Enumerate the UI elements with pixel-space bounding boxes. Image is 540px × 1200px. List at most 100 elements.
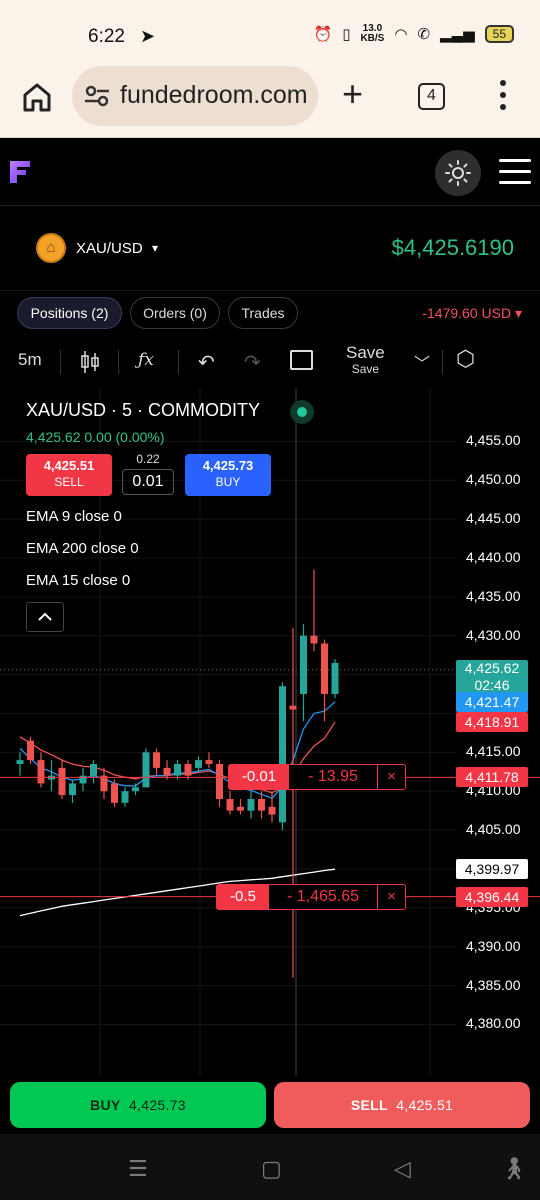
redo-icon[interactable]: ↷ [244, 350, 261, 375]
alarm-icon: ⏰ [313, 26, 333, 43]
candle-body [184, 763, 192, 776]
price-axis-label: 4,455.00 [466, 432, 521, 449]
hamburger-menu-icon[interactable] [499, 159, 531, 185]
undo-icon[interactable]: ↶ [198, 350, 215, 375]
save-sublabel: Save [351, 362, 380, 376]
candles-icon[interactable] [80, 350, 100, 374]
status-icons: ⏰ ▯ 13.0 KB/S ◠ ✆ ▂▃▅ 55 [313, 24, 514, 44]
price-tag: 4,418.91 [456, 711, 528, 732]
quick-sell-price: 4,425.51 [43, 458, 95, 473]
candle-body [90, 763, 97, 776]
tab-trades[interactable]: Trades [228, 297, 298, 329]
quick-sell-button[interactable]: 4,425.51 SELL [26, 454, 112, 496]
sell-button[interactable]: SELL 4,425.51 [274, 1082, 530, 1128]
gold-coin-icon: ⌂ [36, 233, 66, 263]
candle-body [247, 798, 255, 811]
tab-orders[interactable]: Orders (0) [130, 297, 220, 329]
candle-body [142, 752, 150, 788]
url-bar[interactable]: fundedroom.com [72, 66, 318, 126]
symbol-selector[interactable]: XAU/USD [76, 240, 143, 257]
candle-body [121, 791, 129, 803]
screenshot-icon[interactable] [290, 350, 313, 370]
toolbar-divider [118, 350, 119, 374]
home-nav-icon[interactable]: ▢ [261, 1156, 282, 1182]
price-axis-label: 4,440.00 [466, 548, 521, 565]
recents-icon[interactable]: ☰ [128, 1156, 148, 1182]
total-pnl[interactable]: -1479.60 USD ▾ [422, 305, 522, 322]
price-tag-value: 4,425.62 [464, 659, 520, 676]
back-icon[interactable]: ◁ [394, 1156, 411, 1182]
tab-switcher-button[interactable]: 4 [418, 83, 445, 110]
indicator-ema-15[interactable]: EMA 15 close 0 [26, 572, 130, 589]
chevron-down-icon[interactable]: ▾ [152, 241, 158, 255]
buy-price: 4,425.73 [128, 1097, 186, 1113]
candle-body [258, 798, 265, 811]
site-settings-icon[interactable] [84, 84, 110, 108]
battery-icon: 55 [484, 25, 514, 43]
candle-body [174, 763, 181, 776]
indicator-ema-9[interactable]: EMA 9 close 0 [26, 508, 122, 525]
candle-body [321, 643, 328, 695]
spread-value: 0.22 [136, 452, 160, 466]
save-button[interactable]: Save Save [346, 344, 385, 377]
pnl-value: -1479.60 USD [422, 305, 512, 321]
new-tab-icon[interactable]: + [342, 76, 363, 112]
price-tag-value: 4,399.97 [464, 861, 520, 878]
close-position-icon[interactable]: × [377, 884, 405, 909]
candle-body [163, 767, 171, 776]
candle-body [37, 760, 45, 784]
trade-bar: BUY 4,425.73 SELL 4,425.51 [0, 1076, 540, 1134]
price-chart[interactable]: XAU/USD · 5 · COMMODITY 4,425.62 0.00 (0… [0, 388, 540, 1076]
wifi-icon: ◠ [394, 26, 408, 43]
quick-buy-price: 4,425.73 [202, 458, 254, 473]
chart-legend-last: 4,425.62 0.00 (0.00%) [26, 429, 165, 445]
browser-toolbar: fundedroom.com + 4 [0, 66, 540, 138]
candle-body [153, 752, 160, 768]
buy-button[interactable]: BUY 4,425.73 [10, 1082, 266, 1128]
indicator-ema-200[interactable]: EMA 200 close 0 [26, 540, 139, 557]
price-axis-label: 4,435.00 [466, 587, 521, 604]
browser-menu-icon[interactable] [500, 80, 508, 110]
candle-body [300, 635, 307, 695]
price-axis-label: 4,405.00 [466, 821, 521, 838]
home-icon[interactable] [20, 80, 54, 114]
pnl-chevron-icon: ▾ [514, 305, 522, 321]
chart-toolbar: 5m ƒx ↶ ↷ Save Save ﹀ ⬡ [0, 338, 540, 386]
interval-selector[interactable]: 5m [18, 350, 42, 370]
price-tag: 4,396.44 [456, 886, 528, 907]
position-line-label[interactable]: -0.5 - 1,465.65 × [216, 883, 406, 910]
chart-legend-title: XAU/USD · 5 · COMMODITY [26, 400, 261, 420]
price-axis-label: 4,430.00 [466, 626, 521, 643]
indicators-icon[interactable]: ƒx [138, 350, 154, 370]
vibrate-icon: ▯ [342, 26, 351, 43]
settings-hexagon-icon[interactable]: ⬡ [456, 346, 475, 372]
position-pl: - 13.95 [308, 768, 358, 786]
accessibility-icon[interactable]: 🚶︎ [500, 1156, 528, 1182]
net-speed-unit: KB/S [360, 33, 385, 44]
system-nav-bar: ☰ ▢ ◁ 🚶︎ [0, 1134, 540, 1200]
candle-body [310, 635, 318, 644]
lot-size-input[interactable]: 0.01 [122, 469, 174, 495]
candle-body [58, 767, 66, 796]
logo-icon[interactable] [10, 161, 30, 183]
candle-body [289, 705, 297, 710]
price-tag: 4,425.62 02:46 [456, 659, 528, 696]
price-tag-value: 4,396.44 [464, 888, 520, 905]
collapse-legend-button[interactable] [26, 602, 64, 632]
price-axis-label: 4,390.00 [466, 937, 521, 954]
tab-positions[interactable]: Positions (2) [17, 297, 122, 329]
close-position-icon[interactable]: × [377, 765, 405, 790]
quick-buy-button[interactable]: 4,425.73 BUY [185, 454, 271, 496]
theme-toggle-button[interactable] [435, 150, 481, 196]
sun-icon [445, 160, 471, 186]
position-line-label[interactable]: -0.01 - 13.95 × [228, 764, 406, 791]
price-axis-label: 4,385.00 [466, 976, 521, 993]
candle-body [331, 662, 339, 695]
candle-body [205, 760, 213, 764]
candle-body [237, 806, 244, 811]
candle-body [226, 798, 234, 811]
position-pl: - 1,465.65 [286, 887, 360, 905]
save-chevron-down-icon[interactable]: ﹀ [414, 350, 430, 374]
candle-body [195, 760, 202, 768]
price-tag-value: 4,411.78 [465, 769, 519, 786]
